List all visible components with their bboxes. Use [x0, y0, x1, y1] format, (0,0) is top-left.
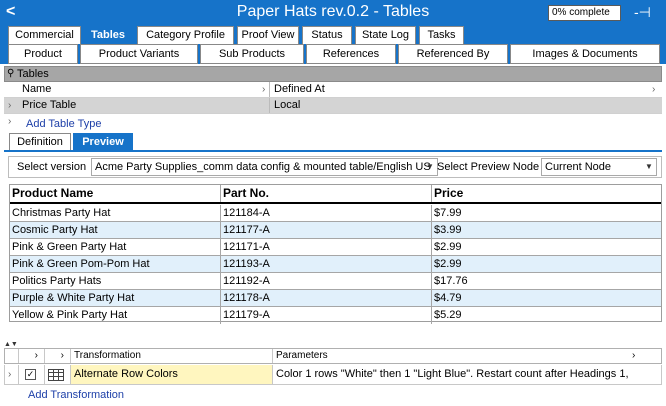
title-bar: < Paper Hats rev.0.2 - Tables 0% complet… — [0, 0, 666, 24]
cell-product-name: Christmas Party Hat — [10, 205, 221, 221]
table-row: Politics Party Hats 121192-A $17.76 — [10, 273, 661, 290]
table-row[interactable]: › Price Table Local — [4, 98, 662, 114]
chevron-down-icon[interactable]: ▼ — [642, 159, 656, 175]
column-parameters[interactable]: Parameters — [273, 349, 661, 363]
tables-column-header: Name › Defined At › — [4, 82, 662, 98]
table-row: Purple & White Party Hat 121178-A $4.79 — [10, 290, 661, 307]
parameters-cell: Color 1 rows "White" then 1 "Light Blue"… — [276, 368, 629, 380]
cell-price: $4.79 — [434, 292, 462, 304]
column-transformation[interactable]: Transformation — [71, 349, 273, 363]
cell-product-name: Pink & Green Party Hat — [10, 239, 221, 255]
tab-sub-products[interactable]: Sub Products — [200, 44, 304, 64]
column-defined-at[interactable]: Defined At — [272, 82, 662, 97]
tab-state-log[interactable]: State Log — [355, 26, 416, 44]
tables-section-header: ⚲ Tables — [4, 66, 662, 82]
add-table-type-link[interactable]: Add Table Type — [26, 117, 101, 131]
header-product-name: Product Name — [10, 185, 221, 202]
tab-proof-view[interactable]: Proof View — [237, 26, 299, 44]
column-expand-icon[interactable]: › — [652, 82, 655, 97]
enable-checkbox[interactable]: ✓ — [25, 369, 36, 380]
defined-at-cell: Local — [274, 99, 301, 111]
tab-category-profile[interactable]: Category Profile — [137, 26, 234, 44]
add-row-expand-icon: › — [8, 116, 12, 127]
cell-price: $2.99 — [434, 258, 462, 270]
header-part-no: Part No. — [221, 185, 432, 202]
key-icon: ⚲ — [7, 68, 15, 79]
cell-product-name: Politics Party Hats — [10, 273, 221, 289]
tab-referenced-by[interactable]: Referenced By — [398, 44, 508, 64]
transformation-row[interactable]: › ✓ Alternate Row Colors Color 1 rows "W… — [4, 365, 662, 385]
add-row: › — [4, 114, 662, 130]
cell-price: $7.99 — [434, 207, 462, 219]
table-row: Pink & Green Pom-Pom Hat 121193-A $2.99 — [10, 256, 661, 273]
tab-tables[interactable]: Tables — [82, 26, 134, 44]
primary-tab-row: Commercial Tables Category Profile Proof… — [0, 24, 666, 44]
header-price: Price — [434, 186, 464, 200]
subtab-underline — [4, 150, 662, 152]
transformation-name-cell: Alternate Row Colors — [71, 365, 273, 384]
tab-product[interactable]: Product — [8, 44, 78, 64]
header-spacer — [5, 349, 19, 363]
row-expand-icon[interactable]: › — [5, 365, 19, 384]
column-expand-icon[interactable]: › — [629, 349, 649, 363]
table-row: Christmas Party Hat 121184-A $7.99 — [10, 205, 661, 222]
cell-part-no: 121192-A — [221, 273, 432, 289]
tab-status[interactable]: Status — [302, 26, 352, 44]
cell-part-no: 121184-A — [221, 205, 432, 221]
cell-part-no: 121178-A — [221, 290, 432, 306]
row-expand-icon[interactable]: › — [8, 98, 11, 113]
preview-table-header: Product Name Part No. Price — [10, 185, 661, 204]
cell-price: $5.29 — [434, 309, 462, 321]
column-expand-icon[interactable]: › — [45, 349, 71, 363]
cell-part-no: 121171-A — [221, 239, 432, 255]
cell-price: $2.99 — [434, 241, 462, 253]
tables-section-title: Tables — [17, 68, 49, 80]
preview-table: Product Name Part No. Price Christmas Pa… — [9, 184, 662, 324]
tab-product-variants[interactable]: Product Variants — [80, 44, 198, 64]
cell-product-name: Pink & Green Pom-Pom Hat — [10, 256, 221, 272]
table-name-cell: Price Table — [20, 98, 270, 113]
version-select-value: Acme Party Supplies_comm data config & m… — [95, 161, 431, 173]
tab-commercial[interactable]: Commercial — [8, 26, 81, 44]
cell-product-name: Purple & White Party Hat — [10, 290, 221, 306]
table-grid-icon — [45, 365, 71, 384]
splitter-handle[interactable]: ▲▼ — [4, 341, 18, 348]
completion-progress: 0% complete — [548, 5, 621, 21]
column-name[interactable]: Name — [20, 82, 270, 97]
version-select[interactable]: Acme Party Supplies_comm data config & m… — [91, 158, 438, 176]
cell-part-no: 121179-A — [221, 307, 432, 324]
pin-icon[interactable]: -⊣ — [634, 2, 651, 22]
table-row: Yellow & Pink Party Hat 121179-A $5.29 — [10, 307, 661, 324]
preview-node-select-value: Current Node — [545, 161, 612, 173]
tab-preview[interactable]: Preview — [73, 133, 133, 151]
tab-tasks[interactable]: Tasks — [419, 26, 464, 44]
select-preview-node-label: Select Preview Node — [437, 161, 540, 173]
cell-price: $3.99 — [434, 224, 462, 236]
cell-part-no: 121177-A — [221, 222, 432, 238]
cell-product-name: Yellow & Pink Party Hat — [10, 307, 221, 324]
select-version-label: Select version — [17, 161, 87, 173]
tab-definition[interactable]: Definition — [9, 133, 71, 151]
table-row: Pink & Green Party Hat 121171-A $2.99 — [10, 239, 661, 256]
column-expand-icon[interactable]: › — [19, 349, 45, 363]
tab-references[interactable]: References — [306, 44, 396, 64]
column-expand-icon[interactable]: › — [262, 82, 265, 97]
cell-product-name: Cosmic Party Hat — [10, 222, 221, 238]
enable-checkbox-cell: ✓ — [19, 365, 45, 384]
tab-images-documents[interactable]: Images & Documents — [510, 44, 660, 64]
table-row: Cosmic Party Hat 121177-A $3.99 — [10, 222, 661, 239]
preview-node-select[interactable]: Current Node ▼ — [541, 158, 657, 176]
add-transformation-link[interactable]: Add Transformation — [28, 389, 124, 402]
chevron-down-icon[interactable]: ▼ — [423, 159, 437, 175]
cell-part-no: 121193-A — [221, 256, 432, 272]
secondary-tab-row: Product Product Variants Sub Products Re… — [0, 44, 666, 64]
cell-price: $17.76 — [434, 275, 468, 287]
transformations-header: › › Transformation Parameters › — [4, 348, 662, 364]
version-bar: Select version Acme Party Supplies_comm … — [8, 156, 662, 178]
